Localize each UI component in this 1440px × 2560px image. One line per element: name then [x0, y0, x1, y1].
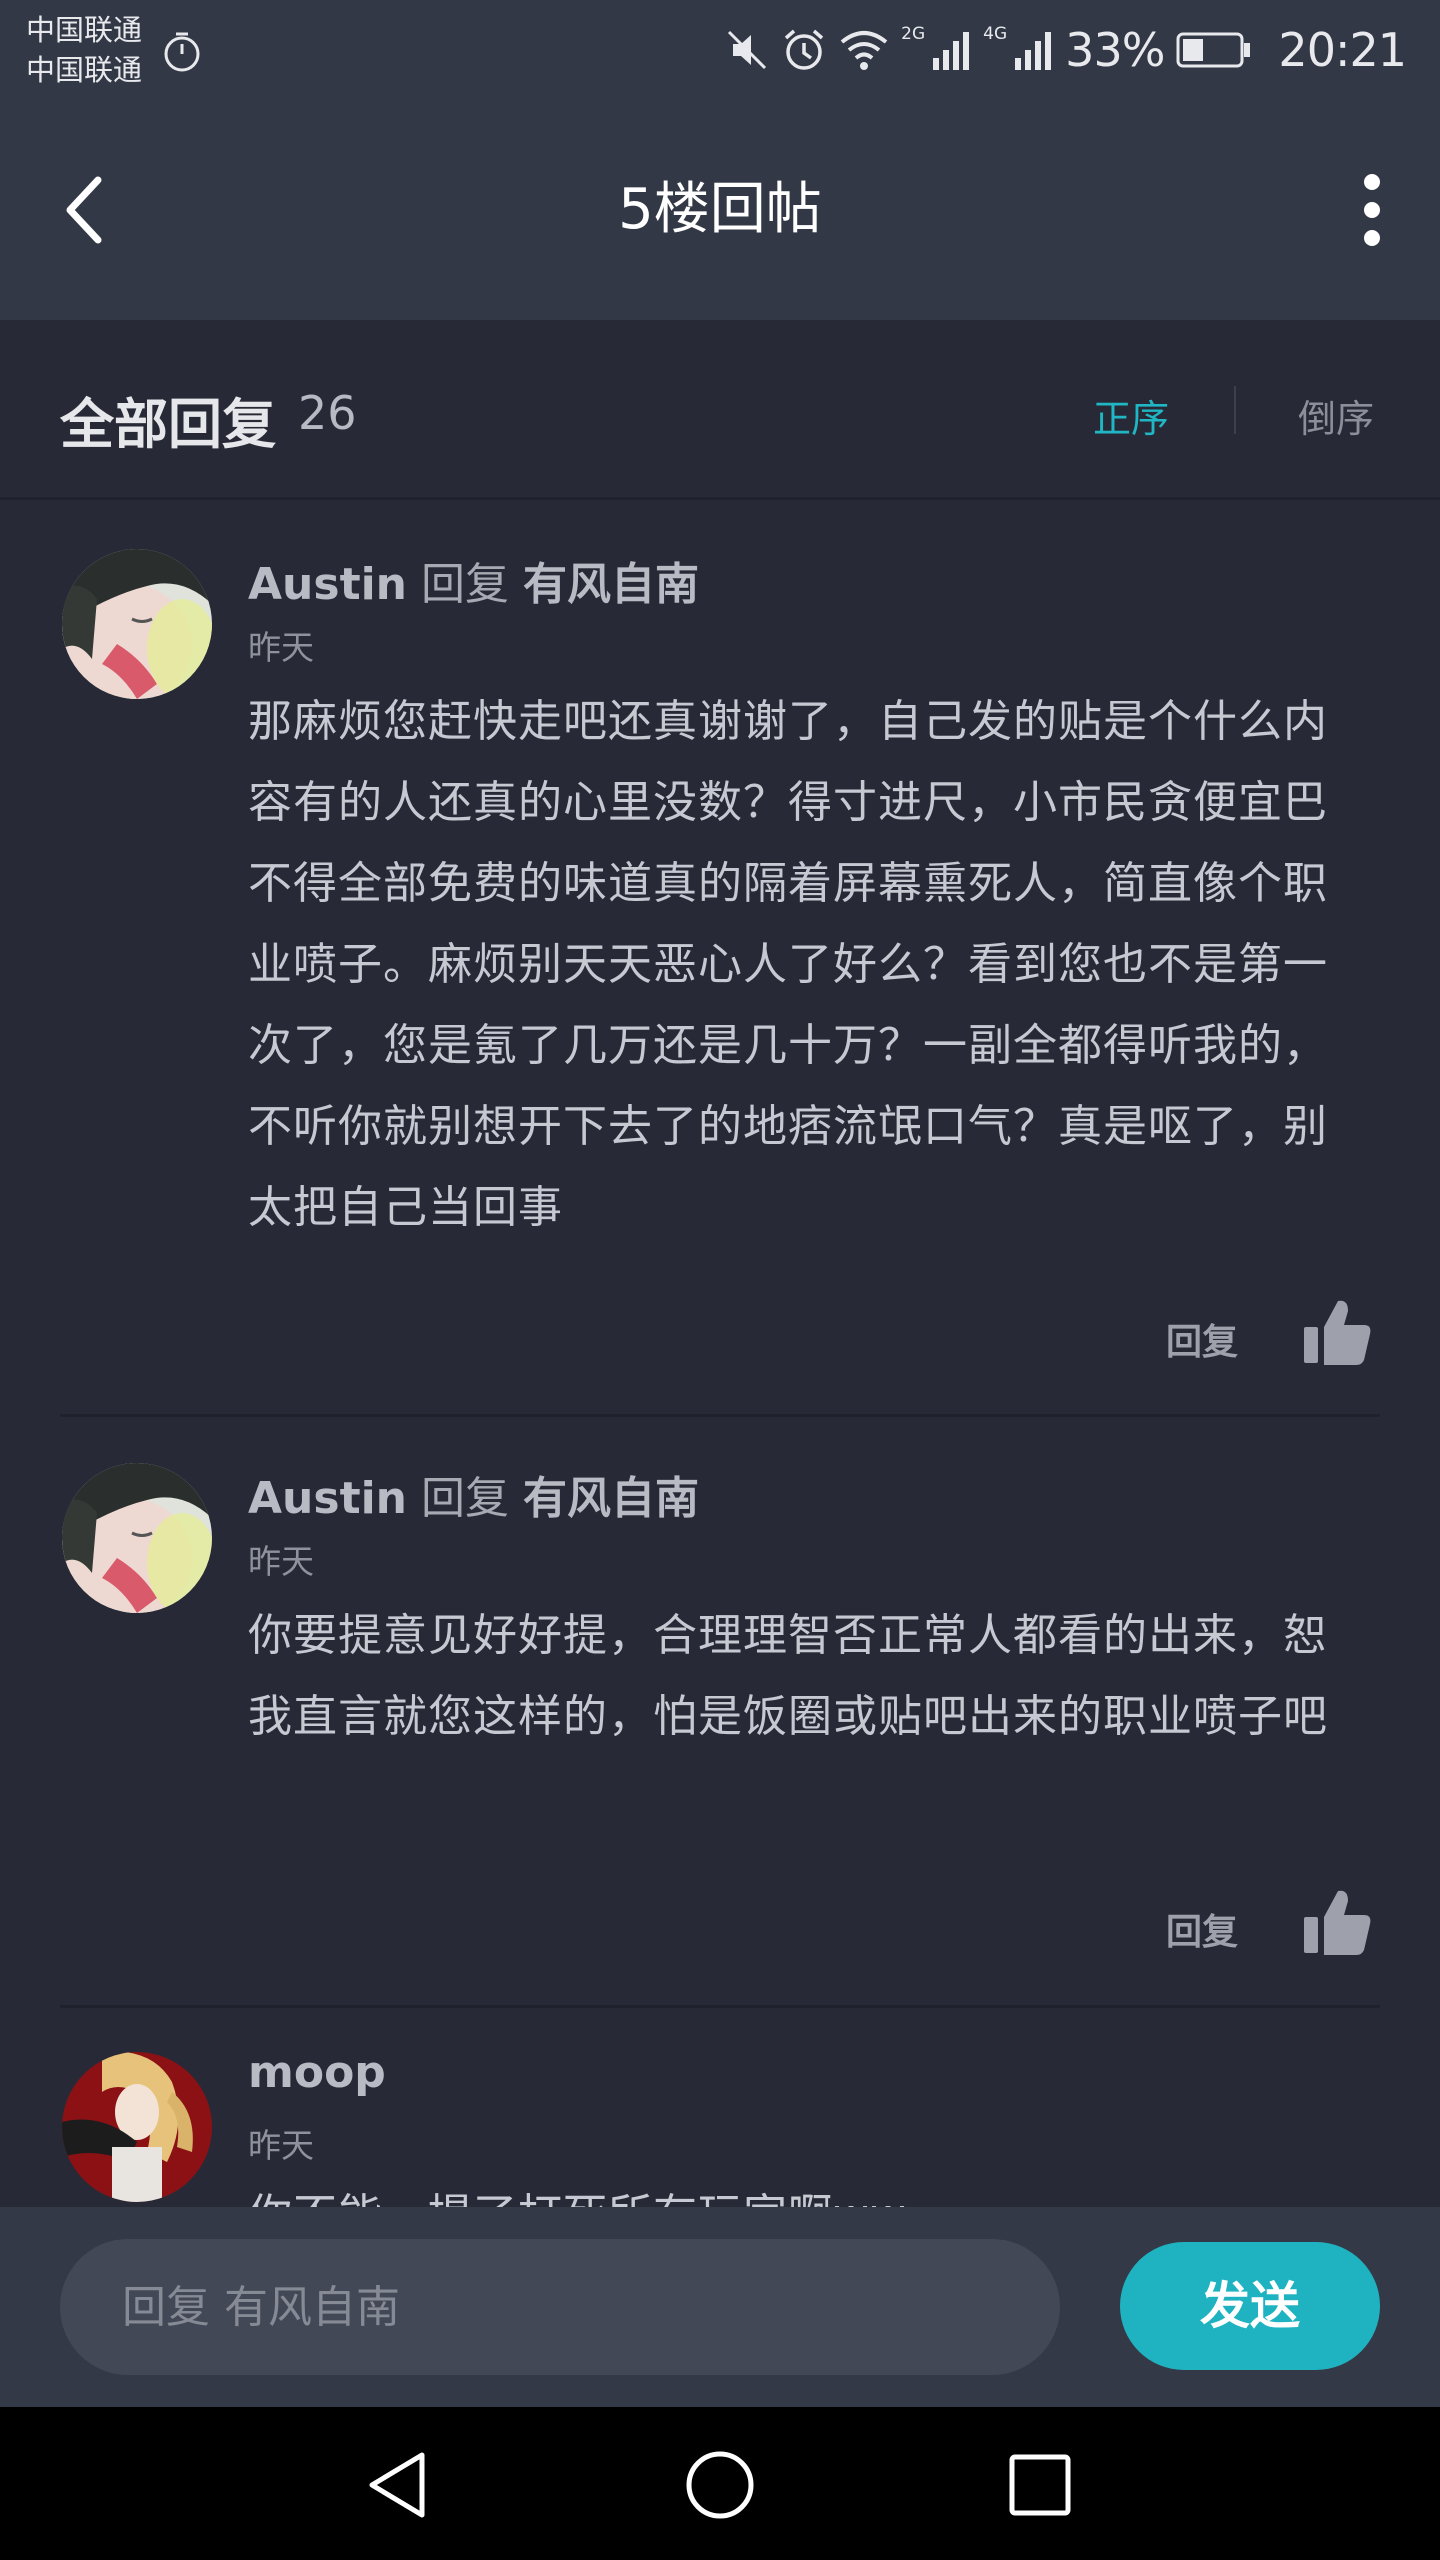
signal-icon	[933, 32, 970, 70]
reply-input-bar: 发送	[0, 2207, 1440, 2407]
thumbs-up-icon	[1304, 1300, 1371, 1365]
comment-author[interactable]: Austin	[248, 1473, 407, 1524]
thumbs-up-icon	[1304, 1890, 1371, 1955]
replies-header: 全部回复 26 正序 倒序	[0, 320, 1440, 500]
comment-author-line: Austin 回复 有风自南	[248, 1462, 699, 1526]
avatar[interactable]	[62, 1463, 212, 1613]
comment-item: moop 昨天 你不能一提了打死所有玩家啊ww	[0, 2007, 1440, 2207]
comment-body: 那麻烦您赶快走吧还真谢谢了，自己发的贴是个什么内容有的人还真的心里没数？得寸进尺…	[248, 696, 1328, 1233]
clock: 20:21	[1278, 23, 1407, 77]
more-options-button[interactable]	[1320, 170, 1400, 250]
more-vertical-icon	[1364, 174, 1380, 246]
comment-item: Austin 回复 有风自南 昨天 那麻烦您赶快走吧还真谢谢了，自己发的贴是个什…	[0, 503, 1440, 1417]
page-title: 5楼回帖	[618, 177, 822, 242]
wifi-icon	[840, 31, 888, 70]
battery-percent: 33%	[1065, 23, 1165, 77]
comment-author-line: moop	[248, 2047, 386, 2098]
reply-button[interactable]: 回复	[1166, 1903, 1238, 1955]
back-triangle-icon[interactable]	[360, 2445, 440, 2525]
signal-icon	[1015, 32, 1052, 70]
carrier-labels: 中国联通 中国联通	[26, 10, 142, 90]
mute-icon	[728, 30, 767, 70]
avatar[interactable]	[62, 549, 212, 699]
comment-item: Austin 回复 有风自南 昨天 你要提意见好好提，合理理智否正常人都看的出来…	[0, 1417, 1440, 2008]
comment-time: 昨天	[248, 628, 314, 667]
comment-body: 你不能一提了打死所有玩家啊ww	[248, 2175, 1368, 2207]
home-circle-icon[interactable]	[680, 2445, 760, 2525]
signal-2-label: 4G	[983, 24, 1008, 44]
alarm-icon	[785, 29, 824, 70]
send-button[interactable]: 发送	[1120, 2242, 1380, 2370]
avatar[interactable]	[62, 2052, 212, 2202]
carrier-2: 中国联通	[26, 53, 143, 87]
recents-square-icon[interactable]	[1000, 2445, 1080, 2525]
reply-count: 26	[298, 386, 357, 440]
like-button[interactable]	[1302, 1297, 1372, 1367]
reply-input[interactable]	[60, 2239, 1060, 2375]
reply-button[interactable]: 回复	[1166, 1313, 1238, 1365]
comment-author[interactable]: Austin	[248, 559, 407, 610]
reply-verb: 回复	[421, 1473, 510, 1524]
carrier-1: 中国联通	[26, 13, 143, 47]
like-button[interactable]	[1302, 1887, 1372, 1957]
status-icons: 2G 4G 33% 20:21	[725, 20, 1407, 80]
comment-time: 昨天	[248, 1542, 314, 1581]
comment-author[interactable]: moop	[248, 2047, 386, 2098]
stopwatch-icon	[164, 32, 200, 72]
reply-target-user[interactable]: 有风自南	[523, 1473, 699, 1524]
sort-ascending-tab[interactable]: 正序	[1093, 388, 1169, 443]
comment-body: 你要提意见好好提，合理理智否正常人都看的出来，恕我直言就您这样的，怕是饭圈或贴吧…	[248, 1610, 1328, 1742]
reply-verb: 回复	[421, 559, 510, 610]
sort-divider	[1234, 386, 1236, 434]
system-nav-bar	[0, 2407, 1440, 2560]
battery-icon	[1176, 32, 1251, 68]
comment-time: 昨天	[248, 2126, 314, 2165]
comment-author-line: Austin 回复 有风自南	[248, 548, 699, 612]
reply-target-user[interactable]: 有风自南	[523, 559, 699, 610]
all-replies-title: 全部回复	[60, 393, 276, 456]
status-bar: 中国联通 中国联通 2G 4G 33% 20:21	[0, 0, 1440, 100]
sort-descending-tab[interactable]: 倒序	[1298, 388, 1374, 443]
title-bar: 5楼回帖	[0, 100, 1440, 320]
signal-1-label: 2G	[901, 24, 926, 44]
